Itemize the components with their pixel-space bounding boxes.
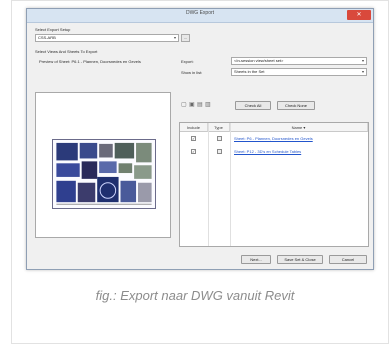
- preview-label: Preview of Sheet: P6.1 - Plannen, Doorsn…: [39, 59, 141, 64]
- title-bar: DWG Export ✕: [27, 9, 373, 23]
- show-in-list-select[interactable]: Sheets in the Set ▾: [231, 68, 367, 76]
- name-column-header[interactable]: Name ▾: [230, 123, 368, 132]
- views-sheets-label: Select Views And Sheets To Export: [35, 49, 98, 54]
- sheet-type-icon: [217, 149, 222, 154]
- new-set-icon[interactable]: ▢: [181, 102, 187, 109]
- sheet-list-table: Include Type Name ▾ ✓ Sheet: P6 - Planne…: [179, 122, 369, 247]
- chevron-down-icon: ▾: [173, 35, 176, 40]
- dialog-title: DWG Export: [185, 10, 215, 16]
- include-column-header[interactable]: Include: [180, 123, 208, 132]
- dwg-export-dialog: DWG Export ✕ Select Export Setup CSS-ARB…: [26, 8, 374, 270]
- show-in-list-value: Sheets in the Set: [234, 69, 265, 74]
- chevron-down-icon: ▾: [361, 58, 364, 63]
- include-checkbox[interactable]: ✓: [191, 136, 196, 141]
- check-none-button[interactable]: Check None: [277, 101, 315, 110]
- show-in-list-label: Show in list:: [181, 70, 203, 75]
- save-set-close-button[interactable]: Save Set & Close: [277, 255, 323, 264]
- sheet-type-icon: [217, 136, 222, 141]
- export-label: Export:: [181, 59, 194, 64]
- duplicate-set-icon[interactable]: ▣: [189, 102, 195, 109]
- export-setup-label: Select Export Setup: [35, 27, 71, 32]
- next-button[interactable]: Next...: [241, 255, 271, 264]
- figure-caption: fig.: Export naar DWG vanuit Revit: [95, 288, 295, 303]
- export-setup-select[interactable]: CSS-ARB ▾: [35, 34, 179, 42]
- cancel-button[interactable]: Cancel: [329, 255, 367, 264]
- export-setup-value: CSS-ARB: [38, 35, 56, 40]
- check-all-button[interactable]: Check All: [235, 101, 271, 110]
- modify-setup-button[interactable]: ...: [181, 34, 190, 42]
- sheet-preview: [35, 92, 171, 238]
- sort-down-icon: ▾: [303, 125, 306, 130]
- include-checkbox[interactable]: ✓: [191, 149, 196, 154]
- table-row[interactable]: ✓ Sheet: P6 - Plannen, Doorsnedes en Gev…: [180, 134, 368, 144]
- table-row[interactable]: ✓ Sheet: P12 - 3D's en Schedule Tables: [180, 147, 368, 157]
- sheet-name-link[interactable]: Sheet: P12 - 3D's en Schedule Tables: [234, 149, 301, 154]
- sheet-name-link[interactable]: Sheet: P6 - Plannen, Doorsnedes en Gevel…: [234, 136, 313, 141]
- rename-set-icon[interactable]: ▤: [197, 102, 203, 109]
- delete-set-icon[interactable]: ▥: [205, 102, 211, 109]
- name-column-label: Name: [291, 125, 303, 130]
- close-button[interactable]: ✕: [347, 10, 371, 20]
- export-select[interactable]: <In-session view/sheet set> ▾: [231, 57, 367, 65]
- chevron-down-icon: ▾: [361, 69, 364, 74]
- sheet-thumbnail: [52, 139, 156, 209]
- export-value: <In-session view/sheet set>: [234, 58, 284, 63]
- type-column-header[interactable]: Type: [208, 123, 230, 132]
